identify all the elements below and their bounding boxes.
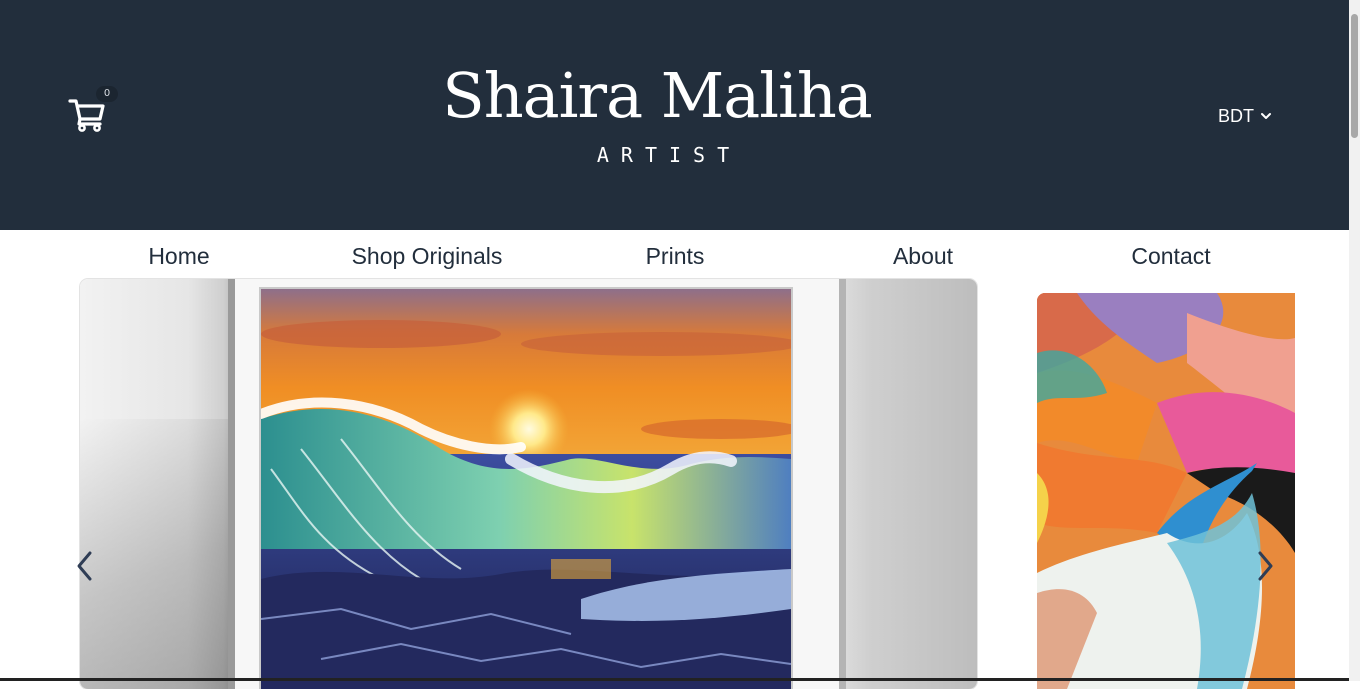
carousel-prev-button[interactable]	[72, 548, 96, 584]
chevron-left-icon	[77, 551, 92, 581]
nav-item-prints[interactable]: Prints	[551, 238, 799, 274]
chevron-down-icon	[1260, 110, 1272, 122]
page-scrollbar[interactable]	[1349, 0, 1360, 681]
nav-item-contact[interactable]: Contact	[1047, 238, 1295, 274]
abstract-painting	[1037, 293, 1295, 689]
nav-item-about[interactable]: About	[799, 238, 1047, 274]
ocean-sunset-painting	[259, 287, 793, 689]
site-header: 0 Shaira Maliha ARTIST BDT	[0, 0, 1349, 230]
site-tagline: ARTIST	[596, 143, 742, 167]
currency-selector[interactable]: BDT	[1218, 104, 1272, 128]
carousel-slide-main[interactable]	[80, 279, 977, 689]
cart-count-badge: 0	[96, 86, 118, 102]
wall-shadow	[80, 419, 240, 689]
site-title[interactable]: Shaira Maliha	[430, 56, 884, 136]
carousel-slide-next[interactable]	[1037, 293, 1295, 689]
carousel-next-button[interactable]	[1254, 548, 1278, 584]
nav-item-shop-originals[interactable]: Shop Originals	[303, 238, 551, 274]
picture-frame	[228, 279, 846, 689]
currency-label: BDT	[1218, 105, 1254, 126]
nav-item-home[interactable]: Home	[55, 238, 303, 274]
chevron-right-icon	[1258, 551, 1273, 581]
scrollbar-thumb[interactable]	[1351, 14, 1358, 138]
main-nav: Home Shop Originals Prints About Contact	[55, 238, 1295, 274]
